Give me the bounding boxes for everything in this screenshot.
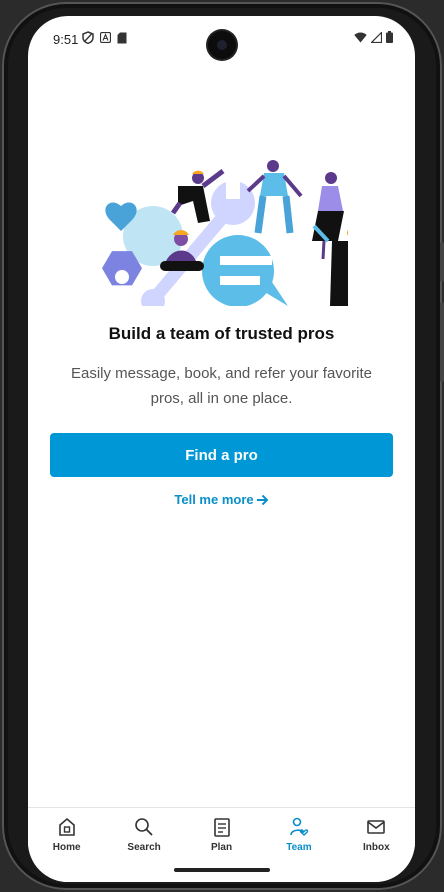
tab-team[interactable]: Team [260, 808, 337, 882]
volume-button [440, 242, 444, 282]
battery-icon [386, 31, 393, 43]
status-left-icons [82, 31, 127, 44]
tab-search[interactable]: Search [105, 808, 182, 882]
tab-plan-label: Plan [210, 842, 233, 853]
status-time: 9:51 [53, 32, 79, 47]
status-bar: 9:51 [28, 16, 415, 64]
font-a-icon [100, 32, 111, 43]
inbox-icon [367, 820, 386, 834]
shield-icon [82, 31, 94, 44]
tab-inbox[interactable]: Inbox [338, 808, 415, 882]
team-illustration [102, 160, 348, 306]
app-screen: 9:51 Build a team of trusted pros Easily… [28, 16, 415, 882]
signal-icon [371, 31, 382, 43]
tab-team-label: Team [286, 842, 312, 853]
page-description: Easily message, book, and refer your fav… [71, 365, 372, 407]
home-icon [58, 817, 75, 836]
arrow-right-icon [256, 494, 269, 505]
tab-search-label: Search [127, 842, 161, 853]
tab-inbox-label: Inbox [362, 842, 390, 853]
tell-me-more-label: Tell me more [174, 492, 254, 507]
team-icon [290, 817, 309, 836]
front-camera [208, 31, 236, 59]
tab-home-label: Home [52, 842, 81, 853]
page-headline: Build a team of trusted pros [108, 324, 335, 343]
status-right-icons [354, 31, 393, 43]
find-a-pro-button[interactable]: Find a pro [50, 433, 393, 477]
tab-home[interactable]: Home [28, 808, 105, 882]
sd-card-icon [117, 32, 127, 43]
power-button [440, 302, 444, 382]
plan-icon [213, 818, 230, 837]
wifi-icon [354, 32, 367, 42]
search-icon [135, 818, 153, 836]
home-indicator[interactable] [174, 868, 270, 872]
tell-me-more-link[interactable]: Tell me more [28, 492, 415, 507]
